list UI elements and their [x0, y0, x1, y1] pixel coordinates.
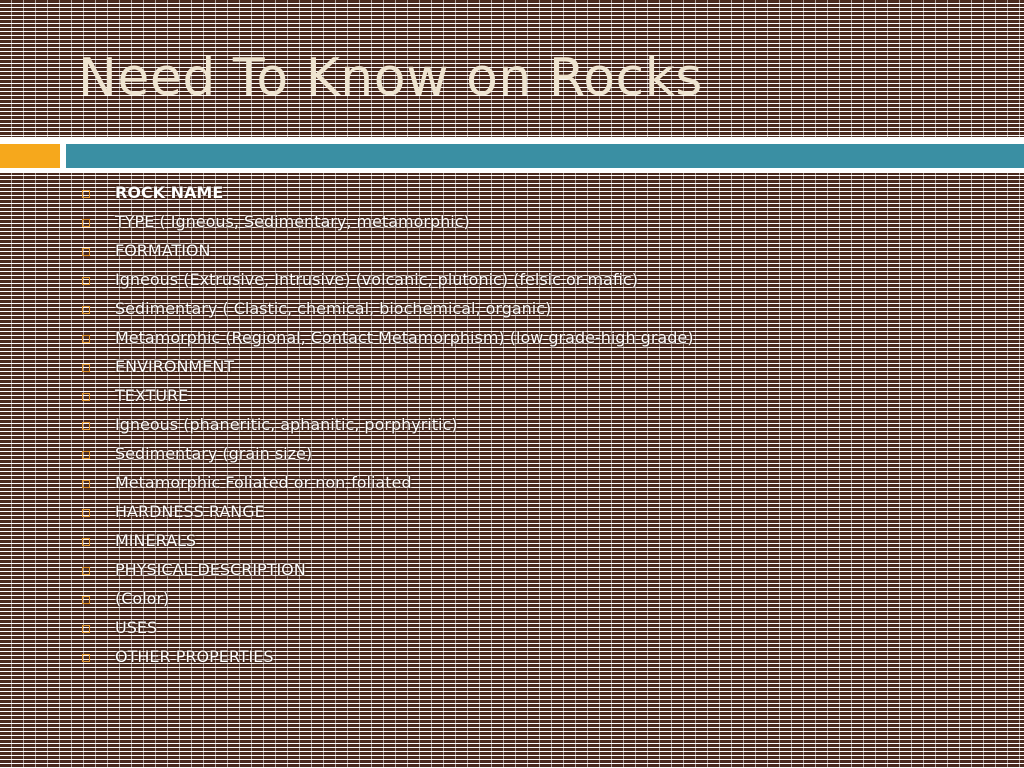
list-item-label: Metamorphic (Regional, Contact Metamorph… [115, 328, 694, 347]
list-item: OTHER PROPERTIES [80, 644, 693, 673]
square-bullet-icon [82, 509, 90, 517]
list-item-label: TEXTURE [115, 386, 189, 405]
list-item-label: Igneous (Extrusive, Intrusive) (volcanic… [115, 270, 638, 289]
square-bullet-icon [82, 625, 90, 633]
list-item: FORMATION [80, 238, 693, 267]
slide-title: Need To Know on Rocks [78, 48, 703, 108]
list-item-label: Metamorphic Foliated or non-foliated [115, 473, 412, 492]
square-bullet-icon [82, 451, 90, 459]
square-bullet-icon [82, 248, 90, 256]
square-bullet-icon [82, 596, 90, 604]
list-item-label: Sedimentary ( Clastic, chemical, biochem… [115, 299, 552, 318]
square-bullet-icon [82, 190, 90, 198]
square-bullet-icon [82, 480, 90, 488]
list-item-label: ROCK NAME [115, 183, 224, 202]
list-item: ROCK NAME [80, 180, 693, 209]
list-item-label: MINERALS [115, 531, 197, 550]
list-item-label: ENVIRONMENT [115, 357, 235, 376]
list-item: Metamorphic (Regional, Contact Metamorph… [80, 325, 693, 354]
list-item: TYPE ( Igneous, Sedimentary, metamorphic… [80, 209, 693, 238]
square-bullet-icon [82, 306, 90, 314]
list-item: Igneous (Extrusive, Intrusive) (volcanic… [80, 267, 693, 296]
square-bullet-icon [82, 335, 90, 343]
list-item: Sedimentary ( Clastic, chemical, biochem… [80, 296, 693, 325]
square-bullet-icon [82, 567, 90, 575]
square-bullet-icon [82, 219, 90, 227]
list-item: HARDNESS RANGE [80, 499, 693, 528]
list-item-label: Sedimentary (grain size) [115, 444, 313, 463]
list-item-label: OTHER PROPERTIES [115, 647, 274, 666]
square-bullet-icon [82, 393, 90, 401]
list-item: USES [80, 615, 693, 644]
list-item-label: Igneous (phaneritic, aphanitic, porphyri… [115, 415, 458, 434]
square-bullet-icon [82, 654, 90, 662]
square-bullet-icon [82, 538, 90, 546]
square-bullet-icon [82, 422, 90, 430]
list-item: Metamorphic Foliated or non-foliated [80, 470, 693, 499]
list-item-label: USES [115, 618, 158, 637]
list-item: Igneous (phaneritic, aphanitic, porphyri… [80, 412, 693, 441]
list-item: ENVIRONMENT [80, 354, 693, 383]
square-bullet-icon [82, 364, 90, 372]
bullet-list: ROCK NAME TYPE ( Igneous, Sedimentary, m… [80, 180, 693, 673]
list-item: (Color) [80, 586, 693, 615]
accent-bar-orange [0, 144, 60, 168]
list-item: MINERALS [80, 528, 693, 557]
list-item: Sedimentary (grain size) [80, 441, 693, 470]
list-item-label: (Color) [115, 589, 170, 608]
square-bullet-icon [82, 277, 90, 285]
list-item-label: FORMATION [115, 241, 211, 260]
list-item-label: HARDNESS RANGE [115, 502, 265, 521]
list-item: PHYSICAL DESCRIPTION [80, 557, 693, 586]
accent-bar-teal [66, 144, 1024, 168]
list-item-label: PHYSICAL DESCRIPTION [115, 560, 306, 579]
list-item: TEXTURE [80, 383, 693, 412]
list-item-label: TYPE ( Igneous, Sedimentary, metamorphic… [115, 212, 470, 231]
